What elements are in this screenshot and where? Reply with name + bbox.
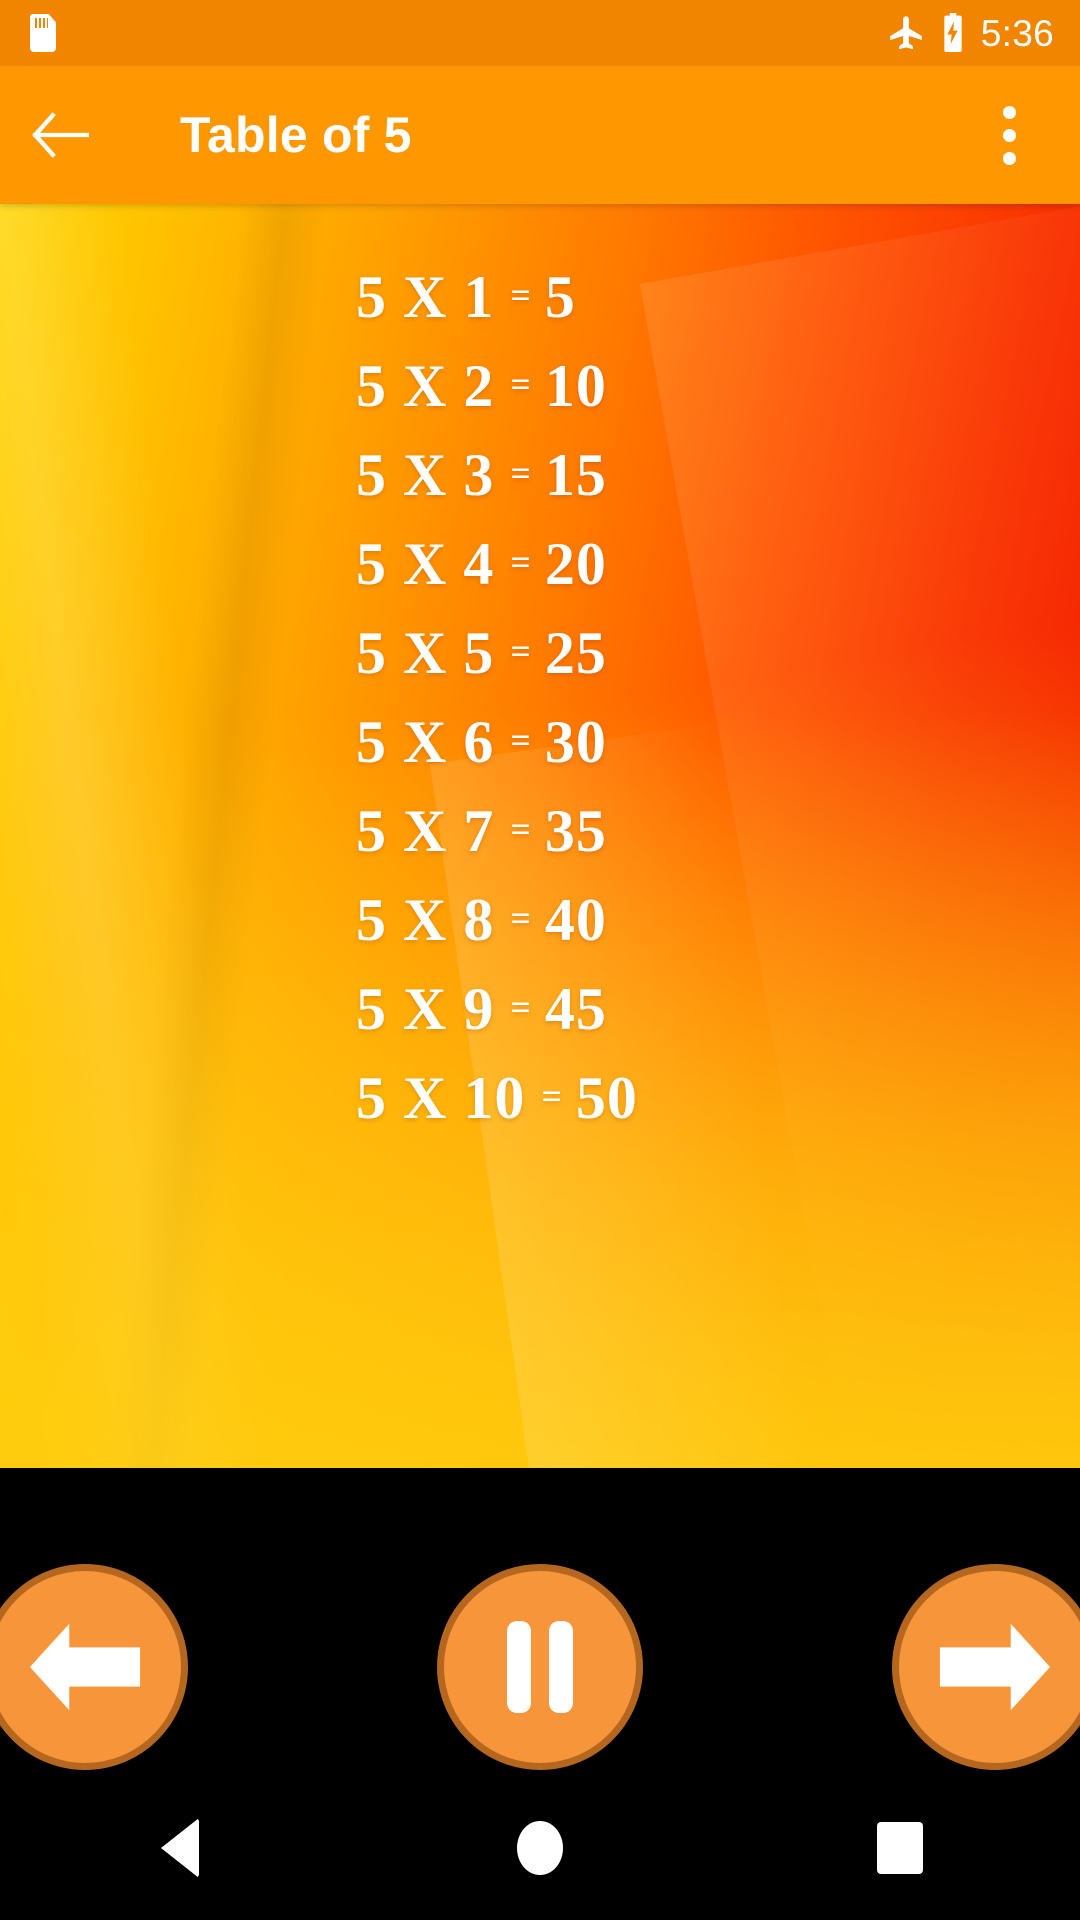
overflow-dot [1002, 128, 1016, 142]
airplane-mode-icon [889, 16, 922, 50]
previous-button[interactable] [0, 1564, 188, 1770]
table-row: 5 X 8 = 40 [0, 875, 1080, 964]
back-arrow-icon [32, 112, 89, 158]
table-row: 5 X 9 = 45 [0, 964, 1080, 1053]
nav-recents-icon [877, 1822, 923, 1874]
table-row-expression: 5 X 5 [356, 619, 495, 686]
page-title: Table of 5 [180, 107, 412, 163]
status-bar-clock: 5:36 [980, 12, 1054, 54]
status-bar-left [30, 14, 56, 52]
table-row-result: 50 [575, 1064, 638, 1131]
table-row-result: 45 [544, 975, 607, 1042]
nav-home-icon [517, 1821, 563, 1875]
table-row-result: 5 [544, 263, 576, 330]
nav-back-button[interactable] [80, 1776, 280, 1920]
table-row-equals: = [541, 1075, 562, 1116]
table-row: 5 X 1 = 5 [0, 252, 1080, 341]
nav-recents-button[interactable] [800, 1776, 1000, 1920]
arrow-left-icon [29, 1623, 141, 1711]
table-row-result: 30 [544, 708, 607, 775]
table-row-equals: = [510, 630, 531, 671]
pause-button[interactable] [437, 1564, 643, 1770]
table-row-equals: = [510, 808, 531, 849]
table-row-result: 40 [544, 886, 607, 953]
table-row: 5 X 3 = 15 [0, 430, 1080, 519]
table-row: 5 X 10 = 50 [0, 1053, 1080, 1142]
table-row-equals: = [510, 541, 531, 582]
table-row: 5 X 2 = 10 [0, 341, 1080, 430]
table-row-expression: 5 X 10 [356, 1064, 526, 1131]
playback-controls [0, 1564, 1080, 1770]
table-row-result: 20 [544, 530, 607, 597]
table-row: 5 X 4 = 20 [0, 519, 1080, 608]
table-row-expression: 5 X 1 [356, 263, 495, 330]
sd-card-icon [30, 14, 56, 52]
phone-screen: 5:36 Table of 5 5 X 1 = 5 5 X 2 = 10 5 X… [0, 0, 1080, 1920]
table-row-expression: 5 X 2 [356, 352, 495, 419]
table-row-equals: = [510, 719, 531, 760]
table-row: 5 X 7 = 35 [0, 786, 1080, 875]
table-row-equals: = [510, 274, 531, 315]
table-row-expression: 5 X 8 [356, 886, 495, 953]
table-row: 5 X 6 = 30 [0, 697, 1080, 786]
overflow-menu-icon[interactable] [956, 66, 1062, 204]
app-bar: Table of 5 [0, 66, 1080, 204]
android-navigation-bar [0, 1776, 1080, 1920]
table-row-result: 15 [544, 441, 607, 508]
status-bar: 5:36 [0, 0, 1080, 66]
table-row-equals: = [510, 897, 531, 938]
table-row-equals: = [510, 363, 531, 404]
nav-home-button[interactable] [440, 1776, 640, 1920]
arrow-right-icon [939, 1623, 1051, 1711]
multiplication-table-list: 5 X 1 = 5 5 X 2 = 10 5 X 3 = 15 5 X 4 = … [0, 204, 1080, 1468]
back-button[interactable] [0, 66, 120, 204]
table-row-expression: 5 X 4 [356, 530, 495, 597]
table-row-equals: = [510, 986, 531, 1027]
table-row-expression: 5 X 6 [356, 708, 495, 775]
table-row: 5 X 5 = 25 [0, 608, 1080, 697]
content-area: 5 X 1 = 5 5 X 2 = 10 5 X 3 = 15 5 X 4 = … [0, 204, 1080, 1468]
table-row-result: 35 [544, 797, 607, 864]
overflow-dot [1002, 105, 1016, 119]
table-row-result: 25 [544, 619, 607, 686]
table-row-expression: 5 X 9 [356, 975, 495, 1042]
nav-back-icon [161, 1818, 199, 1878]
table-row-equals: = [510, 452, 531, 493]
status-bar-right: 5:36 [887, 13, 1054, 53]
next-button[interactable] [892, 1564, 1080, 1770]
overflow-dot [1002, 151, 1016, 165]
table-row-expression: 5 X 3 [356, 441, 495, 508]
table-row-result: 10 [544, 352, 607, 419]
table-row-expression: 5 X 7 [356, 797, 495, 864]
battery-charging-icon [944, 13, 962, 52]
pause-icon [507, 1621, 573, 1713]
